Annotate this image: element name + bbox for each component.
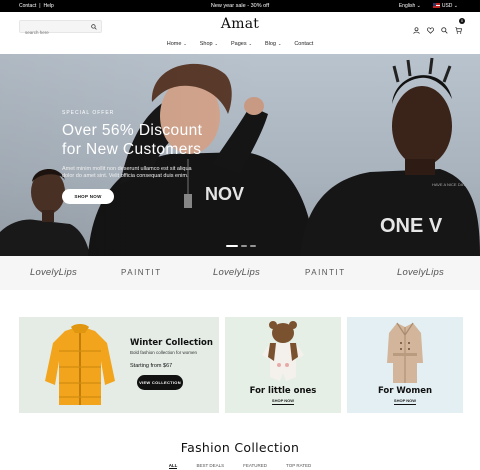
- winter-collection-card[interactable]: Winter Collection Bold fashion collectio…: [19, 317, 219, 413]
- collection-tabs: ALL BEST DEALS FEATURED TOP RATED: [0, 463, 480, 469]
- chevron-down-icon: ⌄: [277, 41, 282, 46]
- view-collection-button[interactable]: VIEW COLLECTION: [137, 375, 183, 390]
- currency-select[interactable]: USD ⌄: [432, 3, 458, 9]
- winter-collection-price: Starting from $67: [130, 363, 173, 369]
- hero-title: Over 56% Discount for New Customers: [62, 122, 203, 158]
- little-ones-title: For little ones: [249, 386, 317, 396]
- hero-description: Amet minim mollit non deserunt ullamco e…: [62, 166, 192, 179]
- header-icons: 0: [413, 18, 465, 39]
- nav-item-home[interactable]: Home ⌄: [167, 41, 187, 47]
- slider-dot-3[interactable]: [250, 245, 256, 247]
- main-nav: Home ⌄ Shop ⌄ Pages ⌄ Blog ⌄ Contact: [0, 41, 480, 47]
- tab-all[interactable]: ALL: [168, 463, 178, 469]
- top-selectors: English ⌄ USD ⌄: [399, 3, 458, 9]
- jacket-image: [45, 324, 115, 405]
- language-select[interactable]: English ⌄: [399, 3, 421, 9]
- slider-dots: [226, 245, 256, 247]
- chevron-down-icon: ⌄: [453, 3, 458, 9]
- chevron-down-icon: ⌄: [183, 41, 187, 46]
- top-bar: Contact | Help New year sale - 30% off E…: [0, 0, 480, 12]
- tab-best-deals[interactable]: BEST DEALS: [196, 463, 224, 469]
- brand-logo[interactable]: LovelyLips: [30, 267, 77, 278]
- little-ones-shop-link[interactable]: SHOP NOW: [225, 398, 341, 405]
- slider-dot-1[interactable]: [226, 245, 238, 247]
- brand-strip: LovelyLips PAINTIT LovelyLips PAINTIT Lo…: [0, 256, 480, 290]
- search-icon[interactable]: [441, 26, 448, 34]
- baby-romper-image: [262, 321, 304, 381]
- women-card[interactable]: For Women SHOP NOW: [347, 317, 463, 413]
- little-ones-card[interactable]: For little ones SHOP NOW: [225, 317, 341, 413]
- cart-icon: [455, 27, 463, 34]
- cart-button[interactable]: 0: [455, 18, 465, 39]
- hero-eyebrow: SPECIAL OFFER: [62, 110, 115, 116]
- nav-item-pages[interactable]: Pages ⌄: [231, 41, 252, 47]
- nav-item-shop[interactable]: Shop ⌄: [200, 41, 218, 47]
- chevron-down-icon: ⌄: [214, 41, 218, 46]
- brand-logo[interactable]: LovelyLips: [397, 267, 444, 278]
- us-flag-icon: [432, 3, 440, 8]
- women-title: For Women: [377, 386, 433, 396]
- brand-logo[interactable]: PAINTIT: [121, 268, 162, 277]
- winter-collection-title: Winter Collection: [130, 338, 213, 348]
- nav-item-blog[interactable]: Blog ⌄: [265, 41, 281, 47]
- shop-now-button[interactable]: SHOP NOW: [62, 189, 114, 204]
- winter-collection-subtitle: Bold fashion collection for women: [130, 350, 198, 355]
- section-title: Fashion Collection: [180, 440, 300, 455]
- chevron-down-icon: ⌄: [248, 41, 252, 46]
- brand-logo[interactable]: LovelyLips: [213, 267, 260, 278]
- tab-top-rated[interactable]: TOP RATED: [286, 463, 311, 469]
- chevron-down-icon: ⌄: [416, 3, 421, 9]
- site-header: Amat 0 Home⌄ Shop⌄ Pages⌄ Blog⌄ Contact: [0, 12, 480, 54]
- hero-slider: NOV ONE V HAVE A NICE DAY SPECIAL OFFER …: [0, 54, 480, 256]
- cart-count-badge: 0: [459, 18, 465, 24]
- user-icon[interactable]: [413, 26, 420, 34]
- women-shop-link[interactable]: SHOP NOW: [347, 398, 463, 405]
- trench-coat-image: [387, 322, 423, 383]
- site-logo[interactable]: Amat: [0, 16, 480, 32]
- heart-icon[interactable]: [427, 26, 434, 34]
- brand-logo[interactable]: PAINTIT: [305, 268, 346, 277]
- nav-item-contact[interactable]: Contact: [294, 41, 313, 47]
- hero-content: SPECIAL OFFER Over 56% Discount for New …: [62, 110, 202, 204]
- tab-featured[interactable]: FEATURED: [243, 463, 267, 469]
- slider-dot-2[interactable]: [241, 245, 247, 247]
